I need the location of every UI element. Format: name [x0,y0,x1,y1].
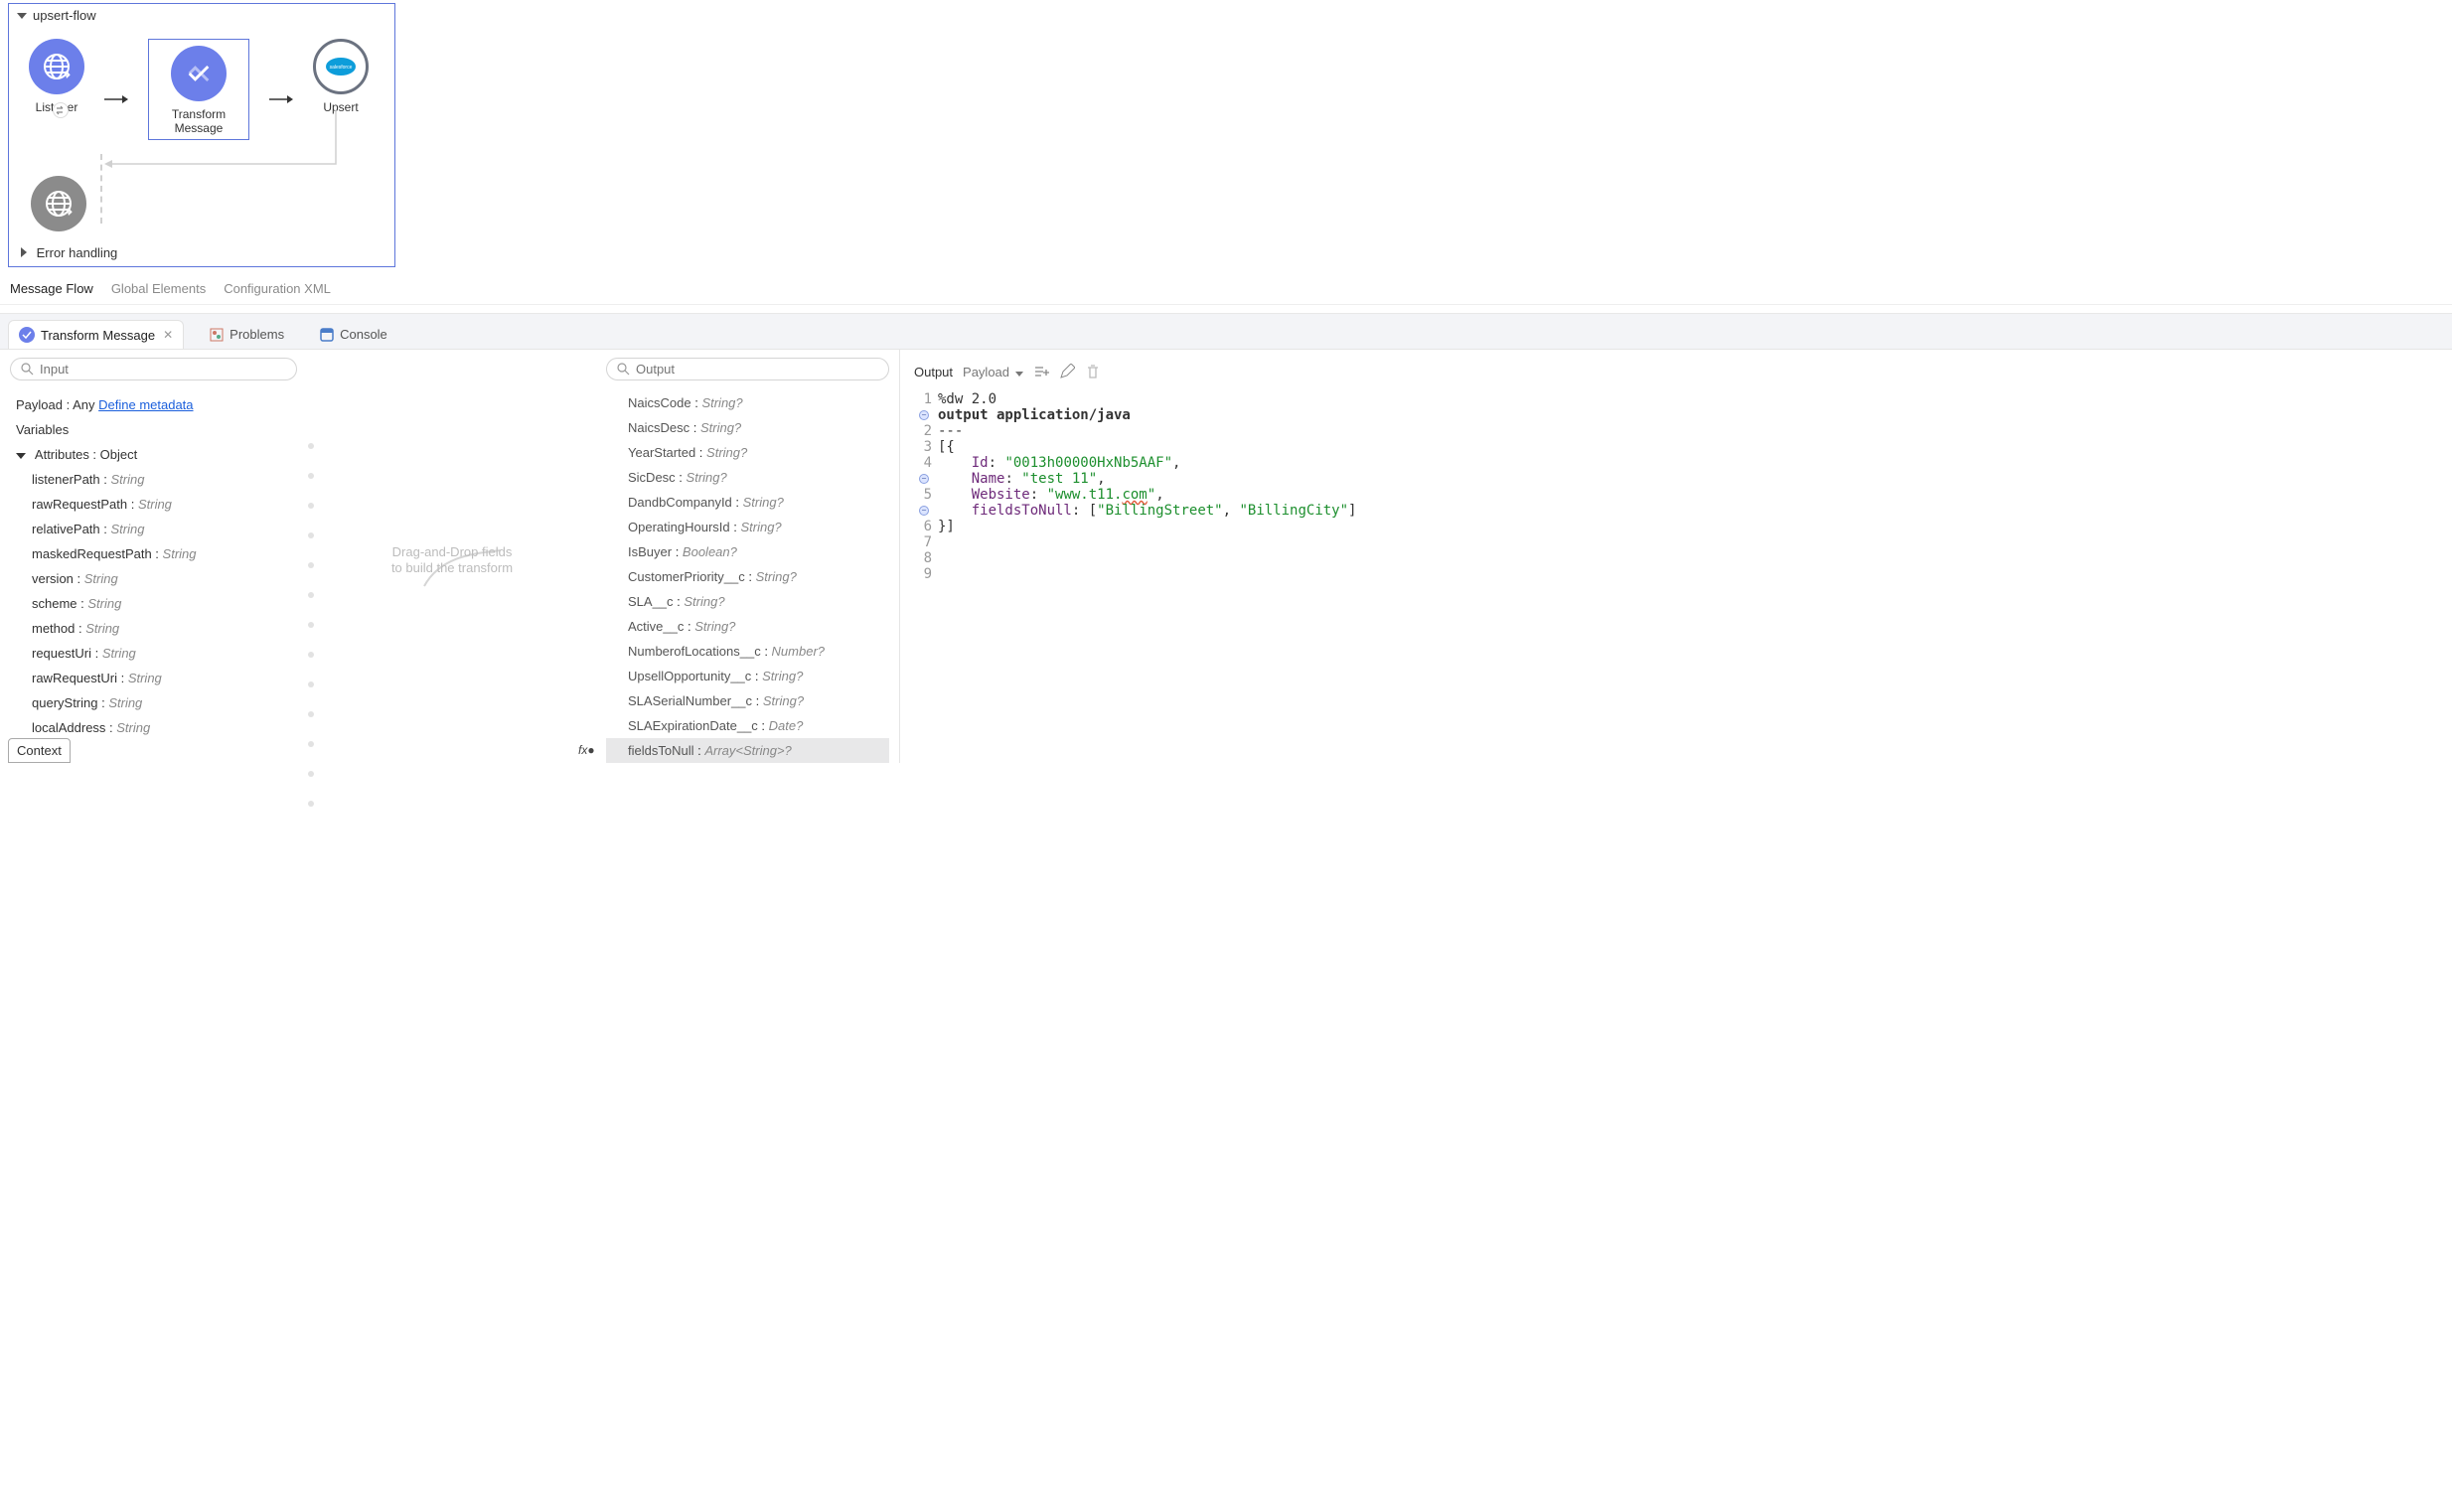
output-label: Output [914,365,953,379]
tab-global-elements[interactable]: Global Elements [111,281,206,296]
output-field-row[interactable]: UpsellOpportunity__c : String? [606,664,889,688]
exchange-badge-icon [53,102,69,118]
output-field-row[interactable]: OperatingHoursId : String? [606,515,889,539]
attribute-row[interactable]: scheme : String [10,591,297,616]
node-listener[interactable]: Listener [29,39,84,114]
search-icon [21,363,34,376]
fx-icon: fx● [578,743,595,757]
dropdown-caret-icon [1015,372,1023,377]
input-search-field[interactable] [40,362,286,377]
caret-right-icon [21,247,27,257]
output-field-row[interactable]: NaicsDesc : String? [606,415,889,440]
tree-payload[interactable]: Payload : Any Define metadata [10,392,297,417]
output-field-row[interactable]: Active__c : String? [606,614,889,639]
input-panel: Payload : Any Define metadata Variables … [0,350,308,763]
tab-problems-label: Problems [230,327,284,342]
output-field-row[interactable]: NumberofLocations__c : Number? [606,639,889,664]
output-field-row[interactable]: SLAExpirationDate__c : Date? [606,713,889,738]
error-handling-label: Error handling [37,245,118,260]
svg-text:salesforce: salesforce [330,65,353,71]
tab-message-flow[interactable]: Message Flow [10,281,93,296]
output-field-row[interactable]: SicDesc : String? [606,465,889,490]
globe-grey-icon [43,188,75,220]
flow-header[interactable]: upsert-flow [9,4,394,27]
attribute-row[interactable]: localAddress : String [10,715,297,740]
bottom-tab-bar: Transform Message ✕ Problems Console [0,313,2452,349]
define-metadata-link[interactable]: Define metadata [98,397,193,412]
search-icon [617,363,630,376]
output-field-row[interactable]: SLA__c : String? [606,589,889,614]
attribute-row[interactable]: listenerPath : String [10,467,297,492]
console-icon [320,328,334,342]
tab-config-xml[interactable]: Configuration XML [224,281,331,296]
mapping-panel[interactable]: Drag-and-Drop fields to build the transf… [308,350,596,763]
tab-problems[interactable]: Problems [200,321,294,348]
attribute-row[interactable]: maskedRequestPath : String [10,541,297,566]
edit-icon[interactable] [1059,364,1075,379]
payload-dropdown[interactable]: Payload [963,365,1023,379]
add-target-icon[interactable] [1033,364,1049,379]
attribute-row[interactable]: rawRequestPath : String [10,492,297,517]
attribute-row[interactable]: version : String [10,566,297,591]
mapping-hint: Drag-and-Drop fields to build the transf… [391,544,513,576]
caret-down-icon [17,13,27,19]
attribute-row[interactable]: method : String [10,616,297,641]
input-tree: Payload : Any Define metadata Variables … [10,380,297,740]
output-field-row[interactable]: SLASerialNumber__c : String? [606,688,889,713]
arrow-icon [269,93,293,105]
caret-down-icon [16,453,26,459]
return-connector [88,110,347,180]
code-toolbar: Output Payload [910,358,2442,387]
output-field-row[interactable]: DandbCompanyId : String? [606,490,889,515]
tree-variables[interactable]: Variables [10,417,297,442]
output-field-row[interactable]: IsBuyer : Boolean? [606,539,889,564]
output-field-row[interactable]: fx●fieldsToNull : Array<String>? [606,738,889,763]
flow-canvas[interactable]: upsert-flow Listener [8,3,395,267]
attribute-row[interactable]: requestUri : String [10,641,297,666]
output-search-field[interactable] [636,362,878,377]
attribute-row[interactable]: rawRequestUri : String [10,666,297,690]
output-field-row[interactable]: CustomerPriority__c : String? [606,564,889,589]
tab-console-label: Console [340,327,387,342]
flow-name: upsert-flow [33,8,96,23]
output-tree-panel: NaicsCode : String?NaicsDesc : String?Ye… [596,350,899,763]
transform-icon [185,60,213,87]
code-panel: Output Payload 1 −234 −5 −6789 %dw 2.0ou… [899,350,2452,763]
globe-icon [41,51,73,82]
attribute-row[interactable]: relativePath : String [10,517,297,541]
trash-icon[interactable] [1085,364,1101,379]
tab-console[interactable]: Console [310,321,397,348]
input-search[interactable] [10,358,297,380]
transform-panels: Payload : Any Define metadata Variables … [0,349,2452,763]
code-editor[interactable]: 1 −234 −5 −6789 %dw 2.0output applicatio… [910,387,2442,582]
tree-attributes[interactable]: Attributes : Object [10,442,297,467]
node-response[interactable] [31,176,86,231]
output-search[interactable] [606,358,889,380]
node-upsert[interactable]: salesforce Upsert [313,39,369,114]
salesforce-icon: salesforce [324,55,358,78]
output-field-row[interactable]: NaicsCode : String? [606,390,889,415]
arrow-icon [104,93,128,105]
context-tab[interactable]: Context [8,738,71,763]
output-field-row[interactable]: YearStarted : String? [606,440,889,465]
transform-small-icon [19,327,35,343]
tab-transform-message[interactable]: Transform Message ✕ [8,320,184,349]
editor-tabs: Message Flow Global Elements Configurati… [0,275,2452,305]
error-handling-section[interactable]: Error handling [9,239,394,266]
problems-icon [210,328,224,342]
close-icon[interactable]: ✕ [163,328,173,342]
tab-transform-label: Transform Message [41,328,155,343]
attribute-row[interactable]: queryString : String [10,690,297,715]
